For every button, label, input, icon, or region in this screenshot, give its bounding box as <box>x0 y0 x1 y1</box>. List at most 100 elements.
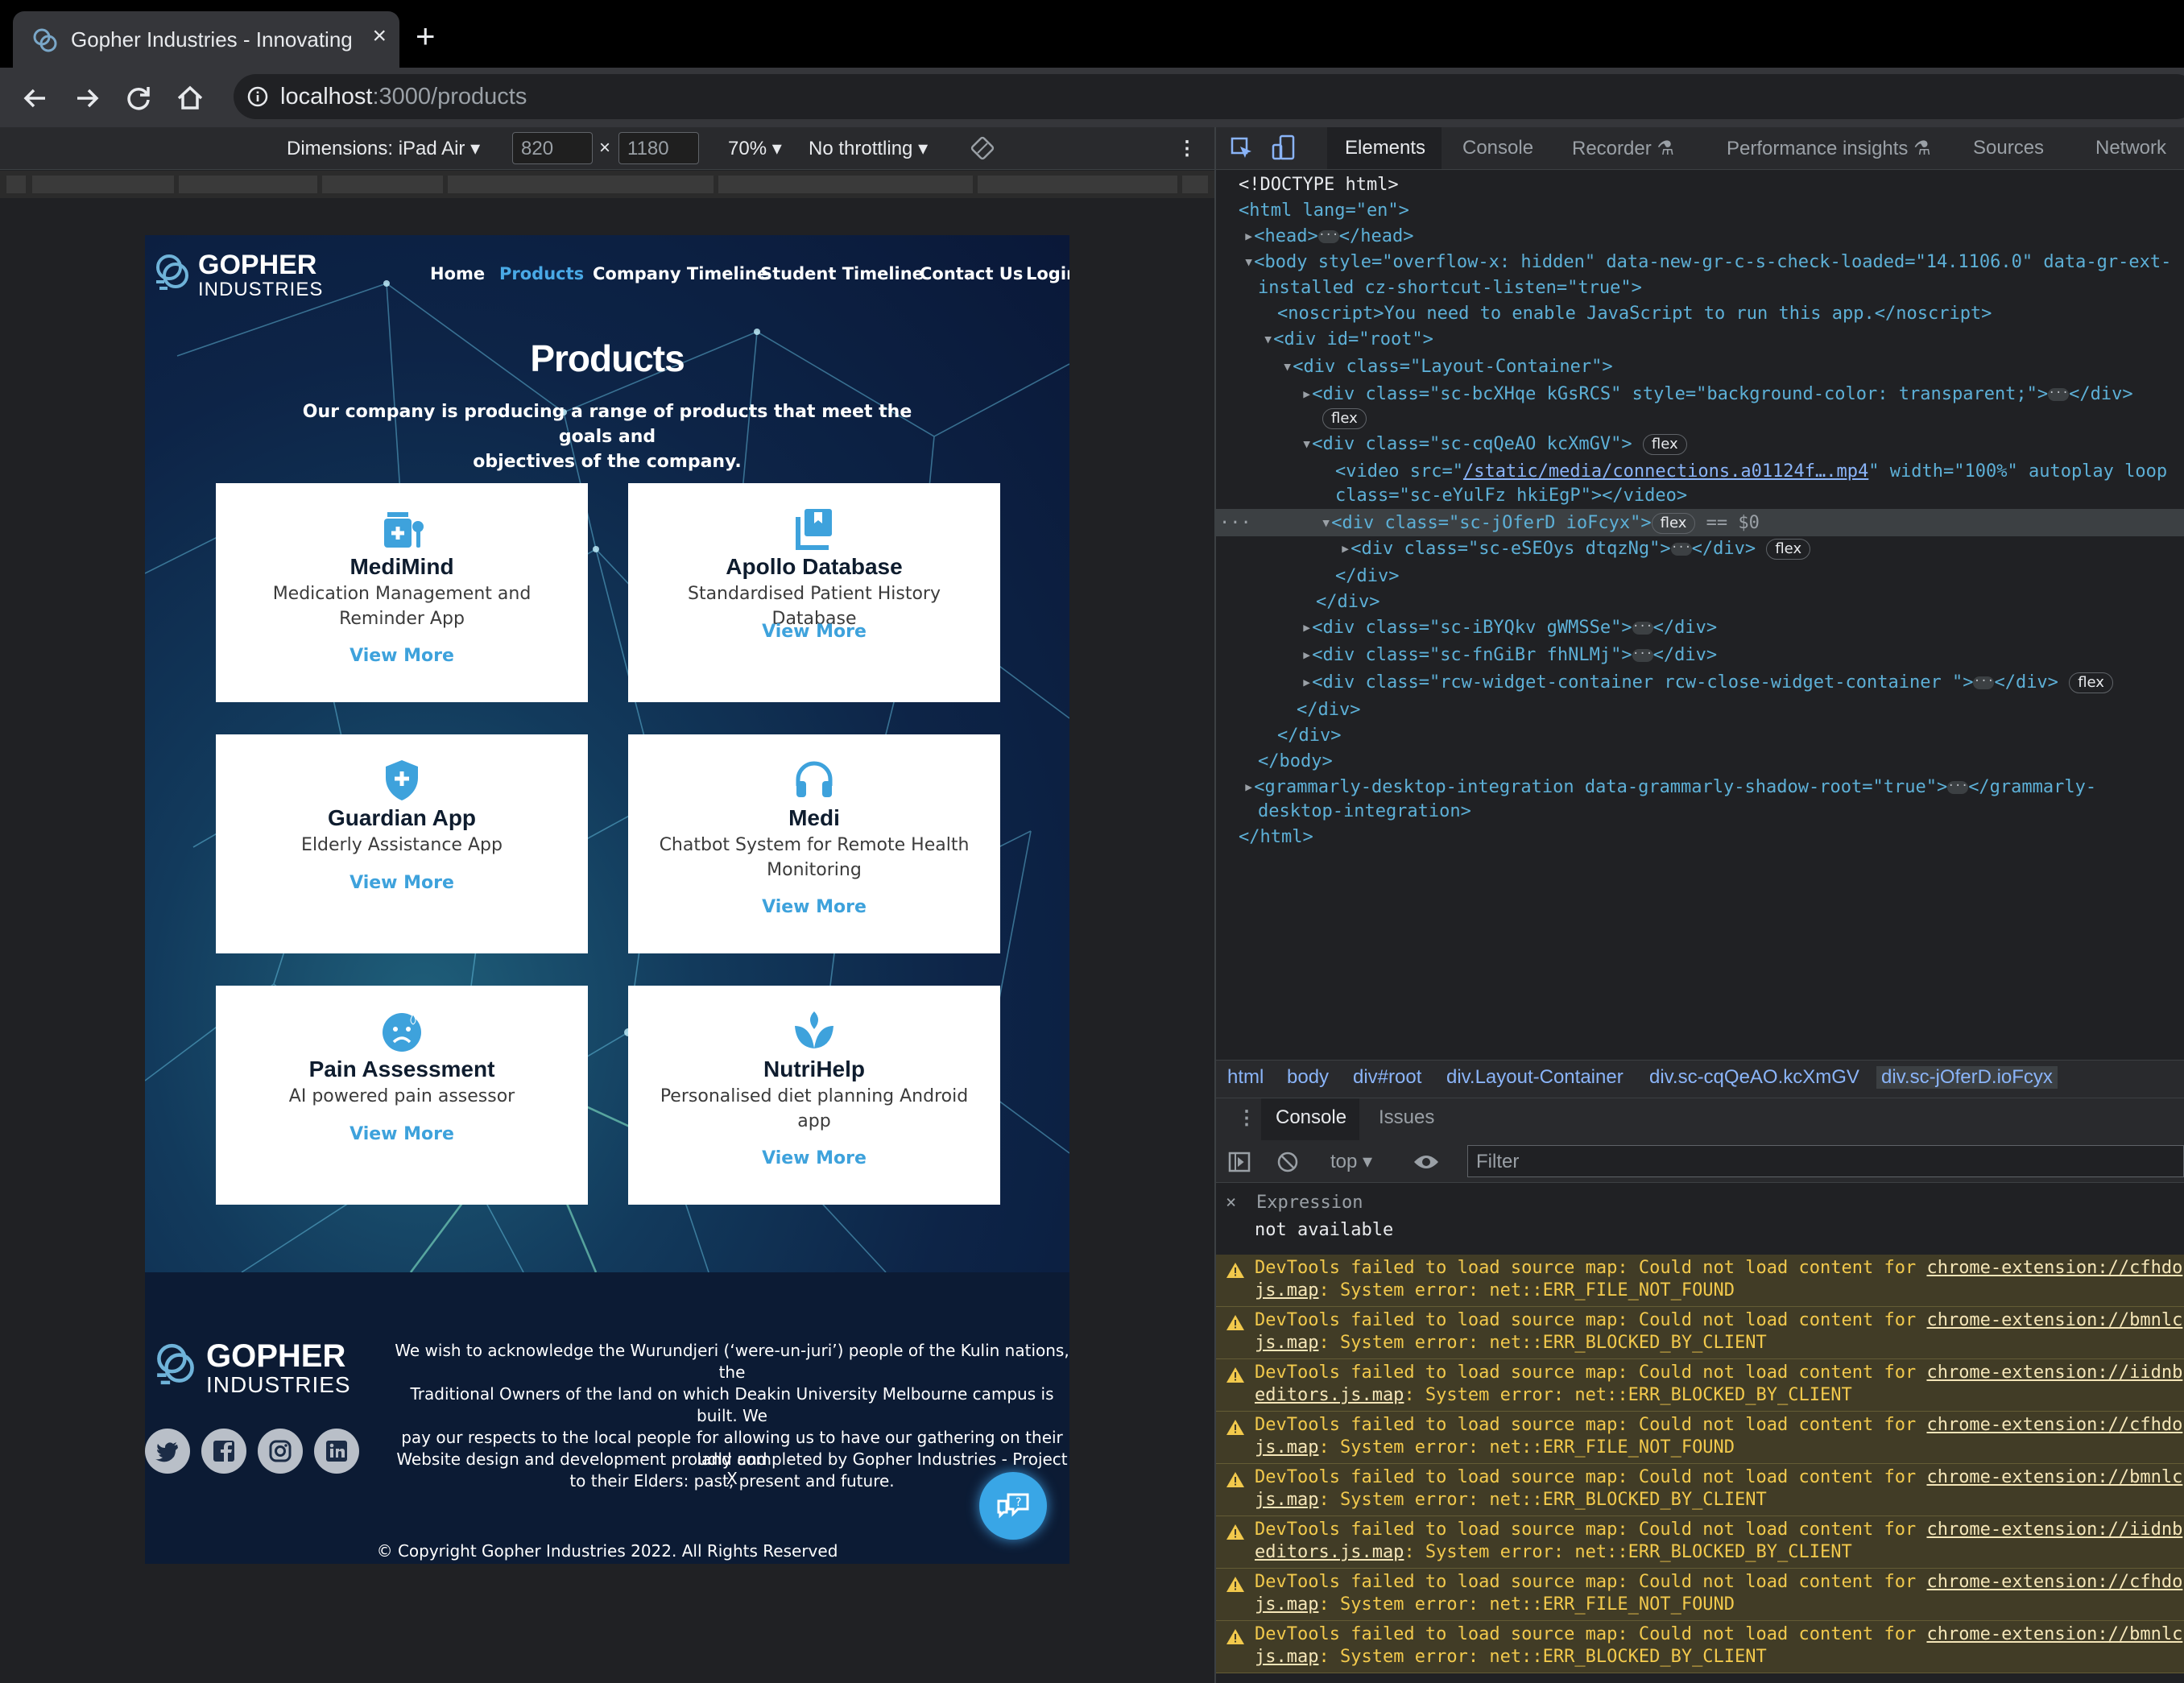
source-link[interactable]: js.map <box>1255 1280 1318 1300</box>
ruler-segment[interactable] <box>448 176 714 193</box>
ruler-segment[interactable] <box>179 176 317 193</box>
dom-div-cqqeao[interactable]: ▾<div class="sc-cqQeAO kcXmGV"> flex <box>1301 432 1687 457</box>
source-link[interactable]: js.map <box>1255 1333 1318 1353</box>
dom-grammarly[interactable]: ▸<grammarly-desktop-integration data-gra… <box>1243 775 2096 800</box>
source-link[interactable]: chrome-extension://iidnb <box>1926 1520 2182 1540</box>
flex-badge[interactable]: flex <box>1651 513 1696 534</box>
tab-recorder[interactable]: Recorder ⚗ <box>1572 137 1674 160</box>
ellipsis-badge[interactable]: ··· <box>1632 621 1653 635</box>
console-warning[interactable]: DevTools failed to load source map: Coul… <box>1216 1621 2184 1673</box>
dom-div-rcw[interactable]: ▸<div class="rcw-widget-container rcw-cl… <box>1301 670 2113 696</box>
console-warning[interactable]: DevTools failed to load source map: Coul… <box>1216 1569 2184 1621</box>
tab-elements[interactable]: Elements <box>1345 137 1425 159</box>
ruler-segment[interactable] <box>6 176 26 193</box>
row-menu-icon[interactable]: ··· <box>1219 511 1251 536</box>
remove-expression-icon[interactable]: × <box>1226 1190 1236 1216</box>
device-toggle-icon[interactable] <box>1271 134 1297 163</box>
breadcrumb-html[interactable]: html <box>1227 1066 1264 1089</box>
console-warning[interactable]: DevTools failed to load source map: Coul… <box>1216 1516 2184 1569</box>
drawer-tab-issues[interactable]: Issues <box>1379 1106 1434 1129</box>
source-link[interactable]: chrome-extension://cfhdo <box>1926 1258 2182 1278</box>
view-more-link[interactable]: View More <box>216 873 588 893</box>
dom-html-open[interactable]: <html lang="en"> <box>1239 198 1409 224</box>
source-link[interactable]: chrome-extension://iidnb <box>1926 1363 2182 1383</box>
dom-doctype[interactable]: <!DOCTYPE html> <box>1239 172 1399 198</box>
instagram-link[interactable] <box>258 1429 303 1474</box>
site-logo[interactable]: GOPHER INDUSTRIES <box>150 250 335 300</box>
breadcrumb-root[interactable]: div#root <box>1353 1066 1421 1089</box>
breadcrumb-body[interactable]: body <box>1287 1066 1329 1089</box>
view-more-link[interactable]: View More <box>216 646 588 666</box>
dom-div-close[interactable]: </div> <box>1297 697 1360 723</box>
rotate-icon[interactable] <box>970 135 995 161</box>
ruler-segment[interactable] <box>32 176 174 193</box>
dom-div-close[interactable]: </div> <box>1277 723 1341 749</box>
nav-student-timeline[interactable]: Student Timeline <box>760 264 924 283</box>
clear-console-icon[interactable] <box>1276 1150 1300 1174</box>
dom-body-close[interactable]: </body> <box>1258 749 1333 775</box>
zoom-select[interactable]: 70% ▾ <box>728 137 782 160</box>
source-link[interactable]: chrome-extension://cfhdo <box>1926 1415 2182 1435</box>
flex-badge[interactable]: flex <box>1642 434 1687 455</box>
dom-root[interactable]: ▾<div id="root"> <box>1263 327 1433 353</box>
ellipsis-badge[interactable]: ··· <box>1973 676 1995 689</box>
tab-close-icon[interactable]: × <box>372 23 387 50</box>
console-filter-input[interactable]: Filter <box>1467 1145 2184 1177</box>
home-icon[interactable] <box>172 81 208 116</box>
ruler-segment[interactable] <box>718 176 973 193</box>
ellipsis-badge[interactable]: ··· <box>1670 542 1692 556</box>
console-warning[interactable]: DevTools failed to load source map: Coul… <box>1216 1359 2184 1412</box>
drawer-tab-console[interactable]: Console <box>1276 1106 1346 1129</box>
dom-video[interactable]: <video src="/static/media/connections.a0… <box>1335 459 2167 485</box>
address-bar[interactable]: localhost:3000/products <box>234 74 2184 119</box>
live-expression-eye-icon[interactable] <box>1413 1152 1440 1172</box>
new-tab-icon[interactable]: + <box>416 19 436 53</box>
browser-tab[interactable]: Gopher Industries - Innovating × <box>13 11 399 68</box>
source-link[interactable]: js.map <box>1255 1647 1318 1667</box>
dom-div-bcxhqe[interactable]: ▸<div class="sc-bcXHqe kGsRCS" style="ba… <box>1301 382 2133 407</box>
nav-home[interactable]: Home <box>430 264 485 283</box>
nav-contact-us[interactable]: Contact Us <box>920 264 1023 283</box>
ellipsis-badge[interactable]: ··· <box>2048 387 2070 401</box>
ellipsis-badge[interactable]: ··· <box>1632 648 1653 662</box>
source-link[interactable]: js.map <box>1255 1594 1318 1615</box>
site-info-icon[interactable] <box>246 85 269 108</box>
dom-head[interactable]: ▸<head>···</head> <box>1243 224 1413 250</box>
flex-badge[interactable]: flex <box>1322 408 1367 429</box>
source-link[interactable]: chrome-extension://bmnlc <box>1926 1310 2182 1330</box>
device-more-icon[interactable]: ⋮ <box>1177 137 1197 160</box>
throttling-select[interactable]: No throttling ▾ <box>809 137 928 160</box>
device-height-input[interactable]: 1180 <box>618 132 699 164</box>
flex-badge[interactable]: flex <box>1766 539 1811 560</box>
dom-noscript[interactable]: <noscript>You need to enable JavaScript … <box>1277 301 1992 327</box>
dom-div-fngibr[interactable]: ▸<div class="sc-fnGiBr fhNLMj">···</div> <box>1301 643 1717 668</box>
sidebar-toggle-icon[interactable] <box>1227 1150 1251 1174</box>
device-dimensions-select[interactable]: Dimensions: iPad Air ▾ <box>287 137 480 160</box>
dom-body-open[interactable]: ▾<body style="overflow-x: hidden" data-n… <box>1243 250 2171 275</box>
source-link[interactable]: js.map <box>1255 1490 1318 1510</box>
source-link[interactable]: chrome-extension://cfhdo <box>1926 1572 2182 1592</box>
facebook-link[interactable] <box>201 1429 246 1474</box>
console-warning[interactable]: DevTools failed to load source map: Coul… <box>1216 1307 2184 1359</box>
tab-network[interactable]: Network <box>2095 137 2166 159</box>
dom-div-close[interactable]: </div> <box>1335 564 1399 589</box>
dom-html-close[interactable]: </html> <box>1239 825 1313 850</box>
source-link[interactable]: chrome-extension://bmnlc <box>1926 1624 2182 1644</box>
ruler-segment[interactable] <box>1182 176 1208 193</box>
ruler-segment[interactable] <box>978 176 1177 193</box>
back-icon[interactable] <box>18 81 53 116</box>
console-warning[interactable]: DevTools failed to load source map: Coul… <box>1216 1255 2184 1307</box>
twitter-link[interactable] <box>145 1429 190 1474</box>
view-more-link[interactable]: View More <box>628 897 1000 917</box>
flex-badge[interactable]: flex <box>2069 672 2113 693</box>
dom-div-ibyqkv[interactable]: ▸<div class="sc-iBYQkv gWMSSe">···</div> <box>1301 615 1717 641</box>
linkedin-link[interactable] <box>314 1429 359 1474</box>
reload-icon[interactable] <box>121 81 156 116</box>
source-link[interactable]: js.map <box>1255 1437 1318 1458</box>
nav-company-timeline[interactable]: Company Timeline <box>593 264 768 283</box>
ellipsis-badge[interactable]: ··· <box>1947 780 1969 794</box>
chat-widget-button[interactable]: ? <box>979 1472 1047 1540</box>
source-link[interactable]: editors.js.map <box>1255 1542 1404 1562</box>
dom-div-close[interactable]: </div> <box>1316 589 1379 615</box>
drawer-menu-icon[interactable]: ⋮ <box>1237 1106 1256 1130</box>
